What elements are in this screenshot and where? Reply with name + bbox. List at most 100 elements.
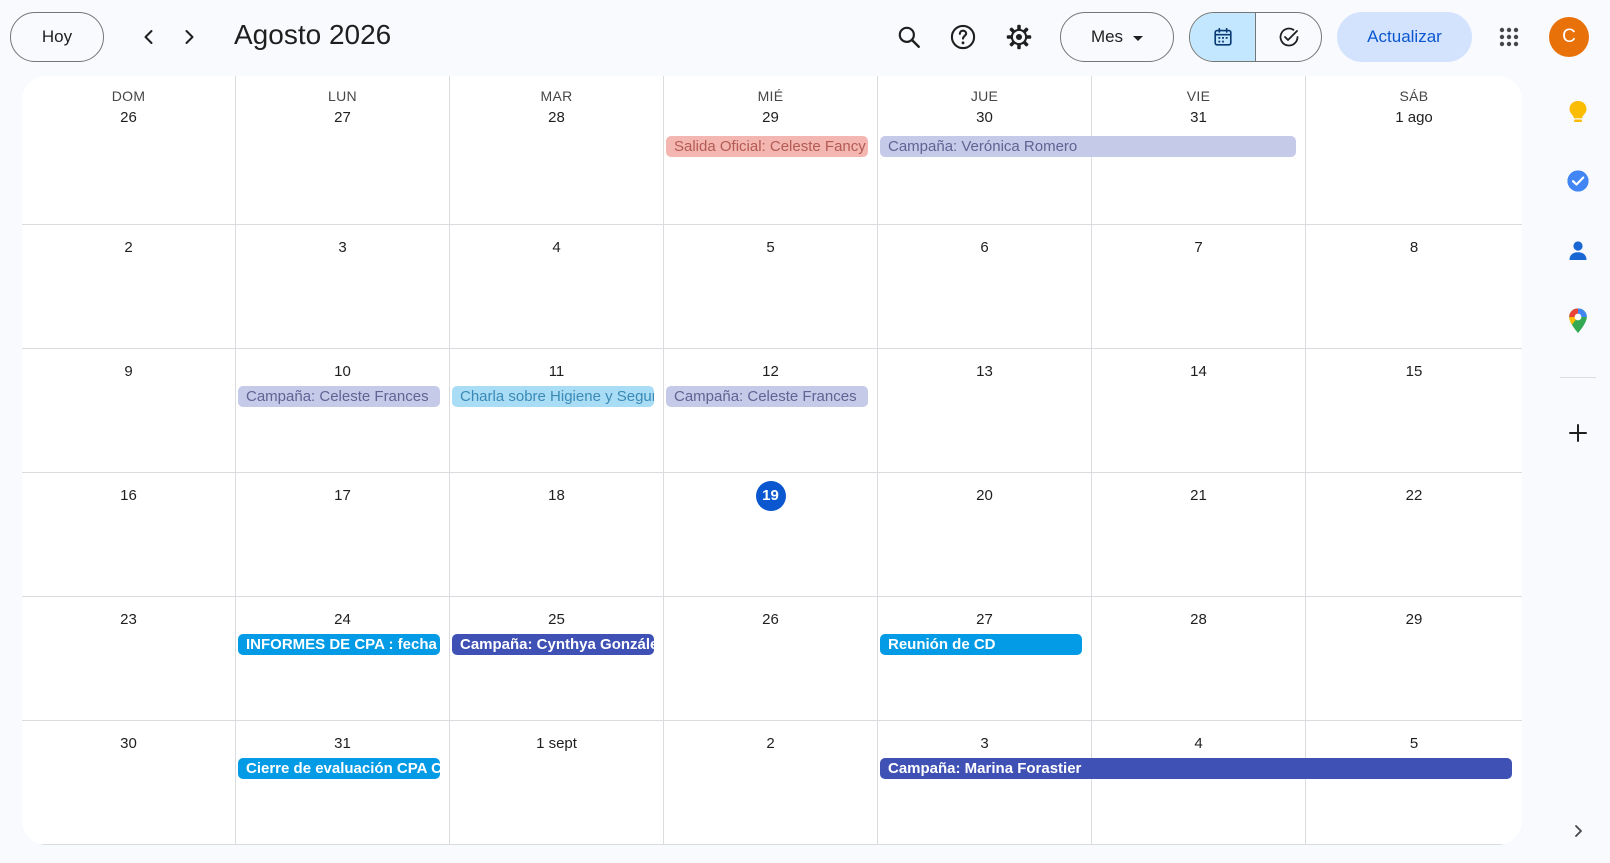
avatar[interactable]: C <box>1549 17 1589 57</box>
date-number[interactable]: 6 <box>970 233 1000 263</box>
date-number[interactable]: 17 <box>328 481 358 511</box>
day-cell[interactable]: MAR 28 <box>450 76 664 225</box>
date-number[interactable]: 16 <box>114 481 144 511</box>
maps-button[interactable] <box>1562 305 1594 337</box>
tasks-button[interactable] <box>1562 165 1594 197</box>
day-cell[interactable]: 29 <box>1306 597 1522 721</box>
date-number[interactable]: 13 <box>970 357 1000 387</box>
today-button[interactable]: Hoy <box>10 12 104 62</box>
date-number[interactable]: 26 <box>114 103 144 133</box>
date-number[interactable]: 14 <box>1184 357 1214 387</box>
day-cell[interactable]: 6 <box>878 225 1092 349</box>
expand-side-panel-button[interactable] <box>1562 815 1594 847</box>
date-number[interactable]: 11 <box>542 357 572 387</box>
previous-month-button[interactable] <box>130 18 168 56</box>
day-cell[interactable]: 16 <box>22 473 236 597</box>
day-cell[interactable]: 18 <box>450 473 664 597</box>
day-cell[interactable]: 8 <box>1306 225 1522 349</box>
date-number[interactable]: 21 <box>1184 481 1214 511</box>
day-cell[interactable]: DOM 26 <box>22 76 236 225</box>
date-number[interactable]: 30 <box>970 103 1000 133</box>
date-number[interactable]: 5 <box>756 233 786 263</box>
date-number[interactable]: 1 ago <box>1391 103 1437 133</box>
day-cell[interactable]: 19 <box>664 473 878 597</box>
keep-button[interactable] <box>1562 96 1594 128</box>
day-cell[interactable]: 22 <box>1306 473 1522 597</box>
day-cell[interactable]: 11 <box>450 349 664 473</box>
today-date-number[interactable]: 19 <box>755 481 786 511</box>
day-cell[interactable]: 23 <box>22 597 236 721</box>
event-chip[interactable]: Salida Oficial: Celeste Fancy <box>666 136 868 157</box>
next-month-button[interactable] <box>170 18 208 56</box>
event-chip[interactable]: Campaña: Celeste Frances <box>666 386 868 407</box>
apps-button[interactable] <box>1487 15 1531 59</box>
day-cell[interactable]: 2 <box>22 225 236 349</box>
date-number[interactable]: 15 <box>1399 357 1429 387</box>
day-cell[interactable]: 12 <box>664 349 878 473</box>
date-number[interactable]: 8 <box>1399 233 1429 263</box>
date-number[interactable]: 4 <box>542 233 572 263</box>
contacts-button[interactable] <box>1562 235 1594 267</box>
event-chip[interactable]: Reunión de CD <box>880 634 1082 655</box>
day-cell[interactable]: 13 <box>878 349 1092 473</box>
date-number[interactable]: 30 <box>114 729 144 759</box>
search-button[interactable] <box>887 15 931 59</box>
day-cell[interactable]: 3 <box>878 721 1092 845</box>
day-cell[interactable]: 4 <box>1092 721 1306 845</box>
day-cell[interactable]: 1 sept <box>450 721 664 845</box>
day-cell[interactable]: 27 <box>878 597 1092 721</box>
date-number[interactable]: 24 <box>328 605 358 635</box>
day-cell[interactable]: LUN 27 <box>236 76 450 225</box>
day-cell[interactable]: 4 <box>450 225 664 349</box>
date-number[interactable]: 10 <box>328 357 358 387</box>
date-number[interactable]: 3 <box>328 233 358 263</box>
date-number[interactable]: 3 <box>970 729 1000 759</box>
day-cell[interactable]: 9 <box>22 349 236 473</box>
date-number[interactable]: 28 <box>542 103 572 133</box>
day-cell[interactable]: 20 <box>878 473 1092 597</box>
event-chip[interactable]: Cierre de evaluación CPA C <box>238 758 440 779</box>
day-cell[interactable]: 7 <box>1092 225 1306 349</box>
date-number[interactable]: 12 <box>756 357 786 387</box>
date-number[interactable]: 29 <box>1399 605 1429 635</box>
date-number[interactable]: 9 <box>114 357 144 387</box>
date-number[interactable]: 2 <box>114 233 144 263</box>
date-number[interactable]: 20 <box>970 481 1000 511</box>
day-cell[interactable]: 21 <box>1092 473 1306 597</box>
day-cell[interactable]: 15 <box>1306 349 1522 473</box>
day-cell[interactable]: 31 <box>236 721 450 845</box>
tasks-view-toggle[interactable] <box>1256 13 1321 61</box>
date-number[interactable]: 27 <box>970 605 1000 635</box>
date-number[interactable]: 7 <box>1184 233 1214 263</box>
event-chip[interactable]: Campaña: Marina Forastier <box>880 758 1512 779</box>
date-number[interactable]: 31 <box>1184 103 1214 133</box>
date-number[interactable]: 1 sept <box>532 729 581 759</box>
settings-button[interactable] <box>997 15 1041 59</box>
date-number[interactable]: 23 <box>114 605 144 635</box>
date-number[interactable]: 28 <box>1184 605 1214 635</box>
date-number[interactable]: 22 <box>1399 481 1429 511</box>
help-button[interactable] <box>941 15 985 59</box>
date-number[interactable]: 27 <box>328 103 358 133</box>
date-number[interactable]: 5 <box>1399 729 1429 759</box>
add-addon-button[interactable] <box>1562 417 1594 449</box>
event-chip[interactable]: Campaña: Cynthya González <box>452 634 654 655</box>
day-cell[interactable]: 3 <box>236 225 450 349</box>
date-number[interactable]: 4 <box>1184 729 1214 759</box>
date-number[interactable]: 26 <box>756 605 786 635</box>
date-number[interactable]: 29 <box>756 103 786 133</box>
day-cell[interactable]: SÁB 1 ago <box>1306 76 1522 225</box>
day-cell[interactable]: 2 <box>664 721 878 845</box>
day-cell[interactable]: 14 <box>1092 349 1306 473</box>
day-cell[interactable]: 25 <box>450 597 664 721</box>
event-chip[interactable]: Campaña: Verónica Romero <box>880 136 1296 157</box>
date-number[interactable]: 25 <box>542 605 572 635</box>
event-chip[interactable]: Charla sobre Higiene y Seguridad <box>452 386 654 407</box>
date-number[interactable]: 18 <box>542 481 572 511</box>
day-cell[interactable]: 24 <box>236 597 450 721</box>
event-chip[interactable]: Campaña: Celeste Frances <box>238 386 440 407</box>
day-cell[interactable]: 26 <box>664 597 878 721</box>
day-cell[interactable]: 10 <box>236 349 450 473</box>
date-number[interactable]: 2 <box>756 729 786 759</box>
day-cell[interactable]: 30 <box>22 721 236 845</box>
